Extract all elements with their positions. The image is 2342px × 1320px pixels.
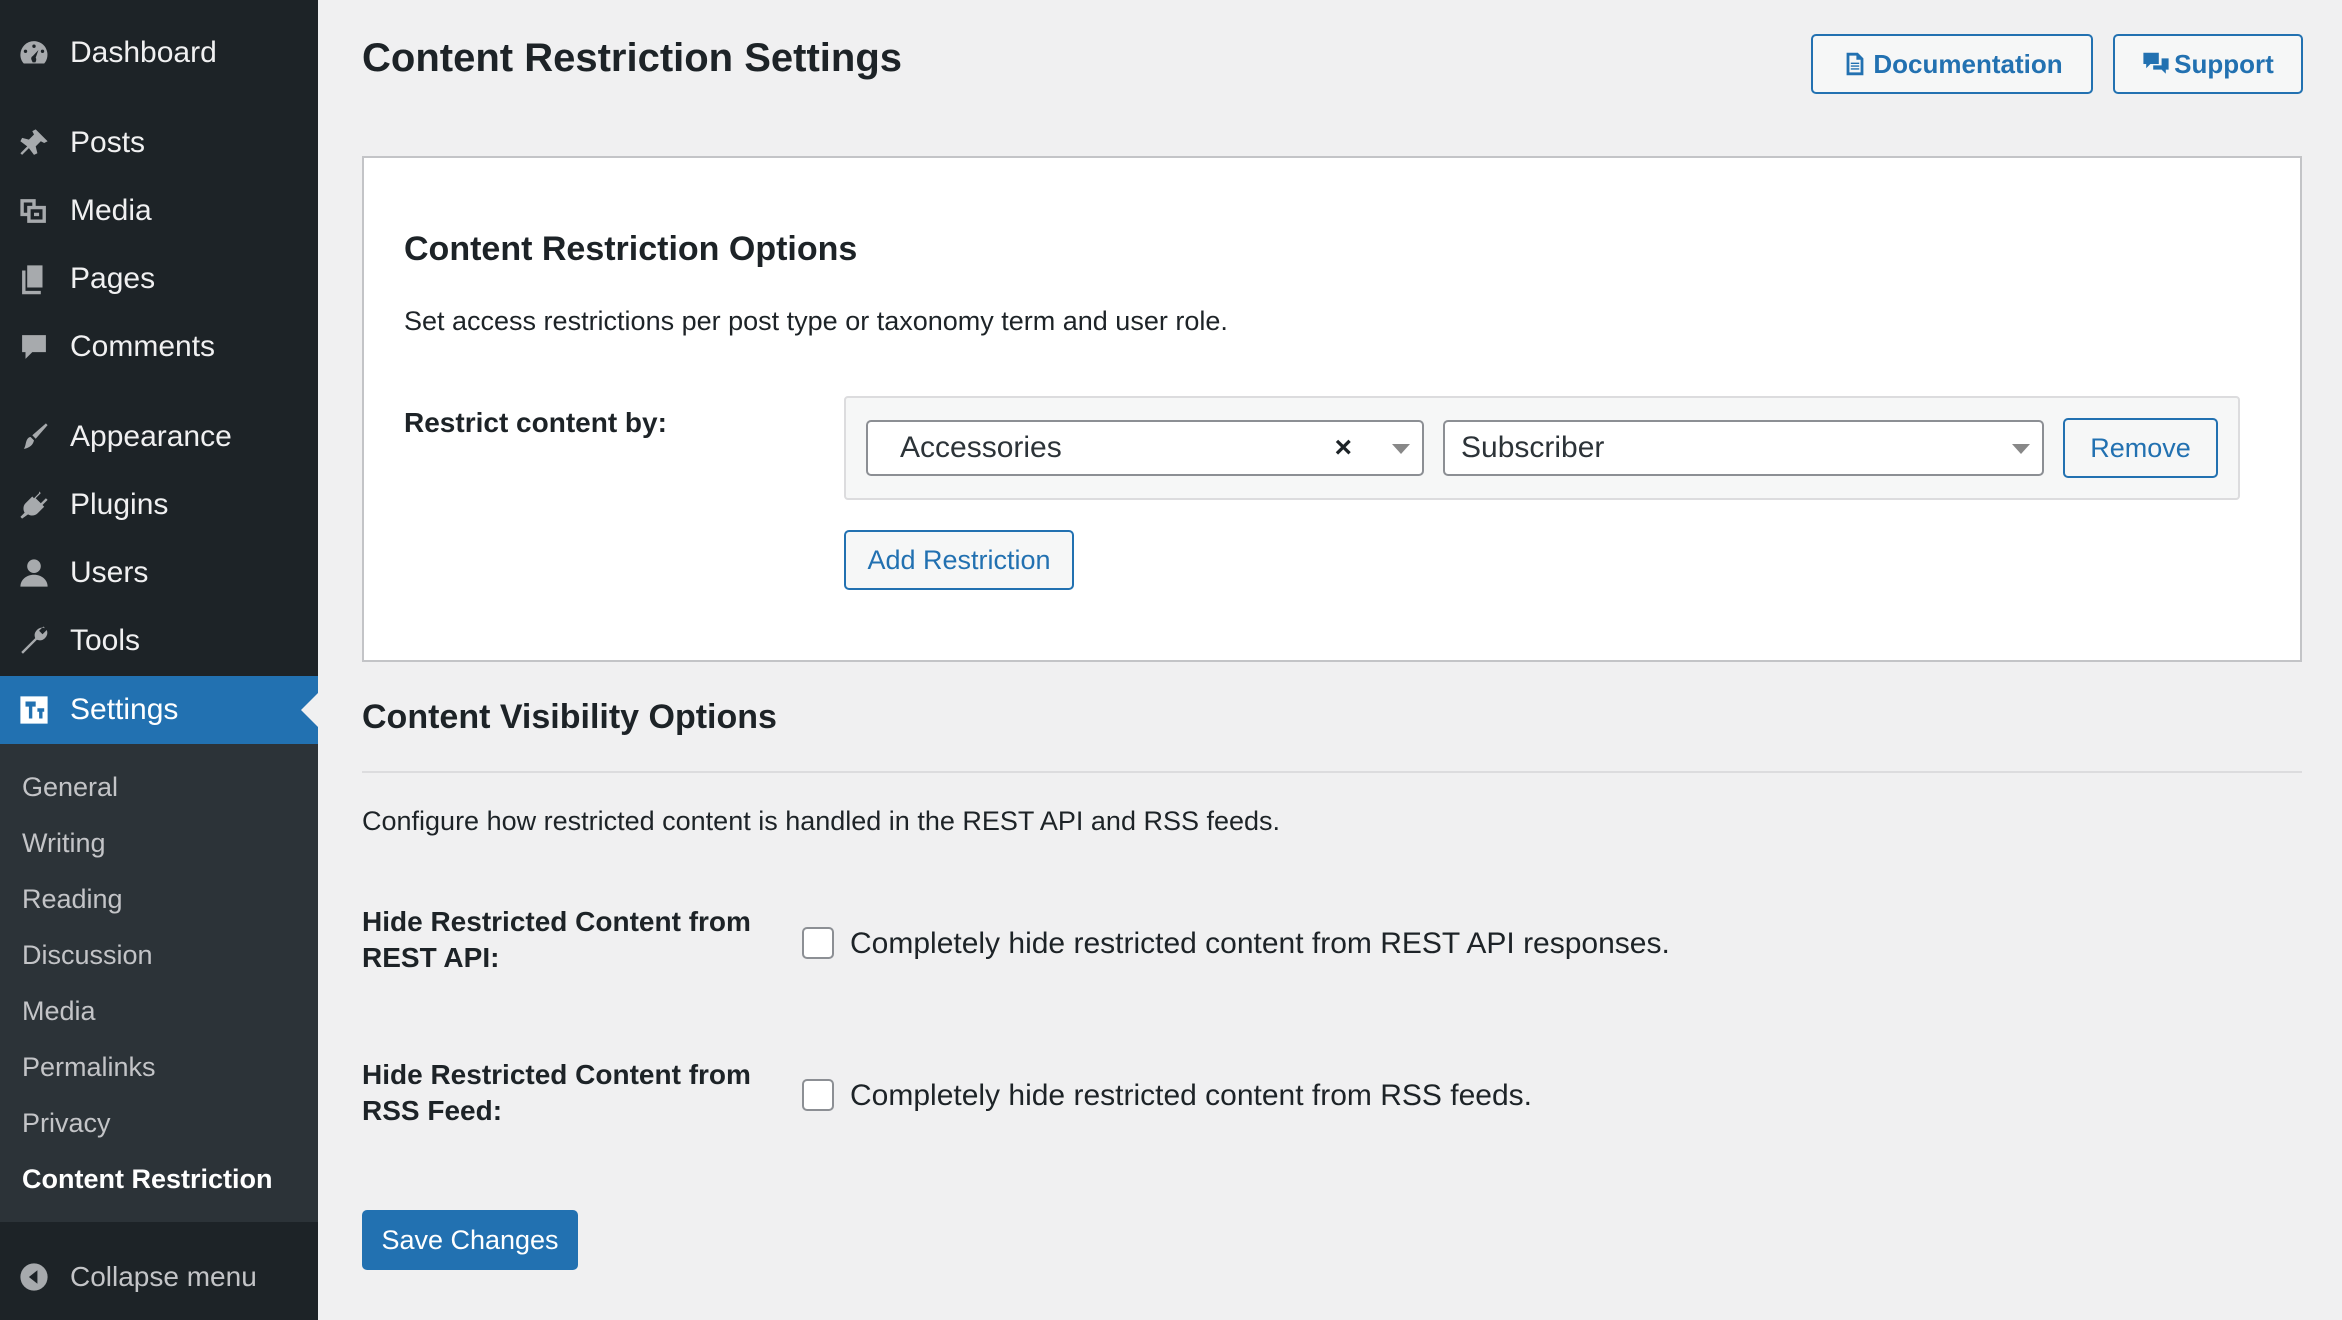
dashboard-icon [16,35,52,71]
collapse-icon [16,1259,52,1295]
support-button[interactable]: Support [2113,34,2303,94]
submenu-item-general[interactable]: General [22,772,118,803]
active-indicator [301,693,318,727]
settings-submenu: General Writing Reading Discussion Media… [0,744,318,1222]
pin-icon [16,125,52,161]
menu-item-users[interactable]: Users [0,543,318,603]
menu-label: Appearance [70,420,232,453]
menu-item-media[interactable]: Media [0,181,318,241]
hide-rss-checkbox-label[interactable]: Completely hide restricted content from … [850,1079,1532,1113]
hide-rss-label-line2: RSS Feed: [362,1095,503,1126]
collapse-menu-label: Collapse menu [70,1261,257,1292]
pages-icon [16,261,52,297]
settings-icon [16,692,52,728]
menu-label: Settings [70,693,179,726]
menu-label: Comments [70,330,216,363]
hide-rest-api-checkbox-label[interactable]: Completely hide restricted content from … [850,927,1670,961]
menu-label: Plugins [70,488,169,521]
menu-item-settings[interactable]: Settings [0,676,318,744]
menu-item-dashboard[interactable]: Dashboard [0,23,318,83]
role-select[interactable]: Subscriber [1443,420,2044,476]
hide-rss-label-line1: Hide Restricted Content from [362,1059,751,1090]
submenu-item-discussion[interactable]: Discussion [22,940,153,971]
submenu-item-content-restriction[interactable]: Content Restriction [22,1164,273,1195]
media-icon [16,193,52,229]
wrench-icon [16,623,52,659]
menu-label: Dashboard [70,36,217,69]
add-restriction-button[interactable]: Add Restriction [844,530,1074,590]
term-select[interactable]: Accessories × [866,420,1424,476]
documentation-button[interactable]: Documentation [1811,34,2093,94]
hide-rest-api-label-line2: REST API: [362,942,500,973]
hide-rest-api-label: Hide Restricted Content from REST API: [362,904,751,976]
menu-label: Tools [70,624,141,657]
collapse-menu-button[interactable]: Collapse menu [0,1247,318,1307]
paintbrush-icon [16,419,52,455]
support-label: Support [2174,48,2274,79]
restriction-options-description: Set access restrictions per post type or… [404,306,1228,336]
comment-icon [16,329,52,365]
documentation-label: Documentation [1873,48,2063,79]
menu-item-plugins[interactable]: Plugins [0,475,318,535]
menu-item-appearance[interactable]: Appearance [0,407,318,467]
hide-rss-label: Hide Restricted Content from RSS Feed: [362,1057,751,1129]
hide-rest-api-label-line1: Hide Restricted Content from [362,906,751,937]
visibility-options-heading: Content Visibility Options [362,698,777,736]
menu-item-tools[interactable]: Tools [0,611,318,671]
menu-label: Posts [70,126,146,159]
admin-sidebar: Dashboard Posts Media Pages Comments App… [0,0,318,1320]
hide-rss-checkbox[interactable] [802,1079,834,1111]
clear-selection-icon[interactable]: × [1334,431,1352,465]
submenu-item-media[interactable]: Media [22,996,96,1027]
menu-label: Media [70,194,152,227]
save-changes-button[interactable]: Save Changes [362,1210,578,1270]
term-select-value: Accessories [900,431,1062,464]
section-divider [362,771,2302,773]
submenu-item-writing[interactable]: Writing [22,828,106,859]
menu-label: Users [70,556,149,589]
role-select-value: Subscriber [1461,431,1605,464]
remove-restriction-button[interactable]: Remove [2063,418,2218,478]
restriction-options-heading: Content Restriction Options [404,230,858,268]
user-icon [16,555,52,591]
plugin-icon [16,487,52,523]
submenu-item-reading[interactable]: Reading [22,884,123,915]
hide-rest-api-checkbox[interactable] [802,927,834,959]
submenu-item-privacy[interactable]: Privacy [22,1108,111,1139]
chevron-down-icon [1392,444,1410,454]
restrict-content-by-label: Restrict content by: [404,407,667,438]
visibility-options-description: Configure how restricted content is hand… [362,806,1281,836]
menu-item-comments[interactable]: Comments [0,317,318,377]
chevron-down-icon [2012,444,2030,454]
page-title: Content Restriction Settings [362,36,903,80]
menu-item-posts[interactable]: Posts [0,113,318,173]
menu-item-pages[interactable]: Pages [0,249,318,309]
document-icon [1846,52,1864,76]
submenu-item-permalinks[interactable]: Permalinks [22,1052,156,1083]
support-chat-icon [2143,52,2169,74]
menu-label: Pages [70,262,156,295]
